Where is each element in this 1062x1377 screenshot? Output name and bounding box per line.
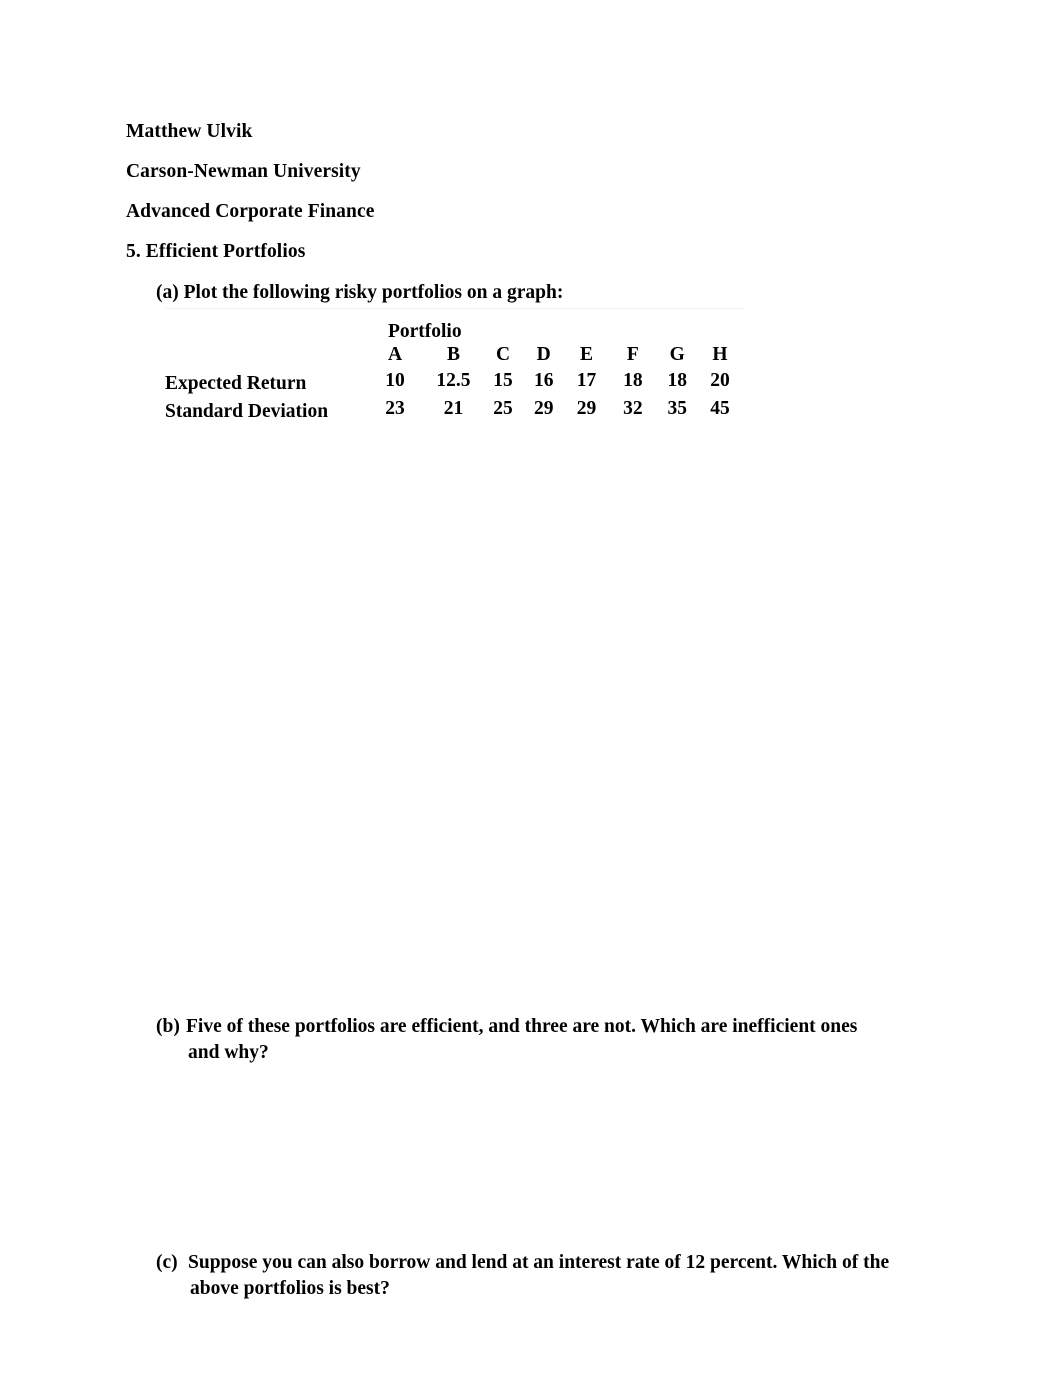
spanner-spacer-right: [483, 309, 743, 345]
item-c-line2: above portfolios is best?: [190, 1277, 390, 1299]
cell-expected-return-g: 18: [667, 370, 687, 391]
column-header-g: G: [669, 343, 685, 365]
cell-expected-return-d: 16: [533, 370, 554, 391]
column-header-b: B: [446, 343, 460, 365]
item-b-block: (b) Five of these portfolios are efficien…: [156, 1014, 946, 1066]
column-header-e: E: [579, 343, 593, 365]
cell-standard-deviation-f: 32: [623, 397, 643, 419]
column-header-h: H: [712, 343, 728, 365]
table-row: Expected Return 10 12.5 15 16 17 18 18 2…: [165, 367, 743, 395]
cell-standard-deviation-b: 21: [443, 397, 464, 419]
cell-expected-return-c: 15: [493, 370, 513, 391]
cell-expected-return-b: 12.5: [436, 370, 471, 391]
row-label-standard-deviation: Standard Deviation: [165, 400, 329, 422]
course-line: Advanced Corporate Finance: [126, 201, 375, 222]
item-b-first-line: (b) Five of these portfolios are efficien…: [156, 1014, 946, 1040]
item-b-line1: Five of these portfolios are efficient, …: [186, 1016, 858, 1037]
table-header-row: A B C D E F G H: [165, 343, 743, 368]
school-line: Carson-Newman University: [126, 161, 361, 182]
portfolio-table-container: Portfolio A B C D E F G H Expected Retur…: [165, 308, 743, 422]
table-row: Standard Deviation 23 21 25 29 29 32 35 …: [165, 395, 743, 423]
spanner-label: Portfolio: [387, 321, 462, 342]
cell-standard-deviation-a: 23: [385, 397, 405, 419]
item-c-marker: (c): [156, 1252, 178, 1273]
cell-standard-deviation-d: 29: [533, 397, 554, 419]
cell-expected-return-f: 18: [623, 370, 643, 391]
cell-standard-deviation-c: 25: [493, 397, 513, 419]
item-b-line2: and why?: [188, 1041, 269, 1063]
document-header: Matthew Ulvik Carson-Newman University A…: [126, 122, 946, 282]
document-page: Matthew Ulvik Carson-Newman University A…: [0, 0, 1062, 1377]
spanner-spacer: [165, 309, 366, 345]
row-label-expected-return: Expected Return: [165, 373, 307, 394]
column-header-a: A: [387, 343, 403, 365]
cell-expected-return-a: 10: [385, 370, 405, 391]
author-line: Matthew Ulvik: [126, 121, 253, 142]
cell-expected-return-e: 17: [576, 370, 597, 391]
item-c-block: (c) Suppose you can also borrow and lend …: [156, 1250, 976, 1302]
table-spanner-row: Portfolio: [165, 309, 743, 345]
cell-standard-deviation-e: 29: [576, 397, 597, 419]
cell-standard-deviation-g: 35: [667, 397, 687, 419]
item-a-prompt: (a) Plot the following risky portfolios …: [156, 282, 564, 303]
column-header-f: F: [626, 343, 639, 365]
question-title: 5. Efficient Portfolios: [126, 241, 306, 262]
column-header-c: C: [495, 343, 511, 365]
cell-standard-deviation-h: 45: [710, 397, 730, 419]
header-corner: [165, 345, 366, 368]
item-b-marker: (b): [156, 1016, 180, 1037]
portfolio-table: Portfolio A B C D E F G H Expected Retur…: [165, 308, 743, 422]
item-c-line1: Suppose you can also borrow and lend at …: [188, 1252, 890, 1273]
cell-expected-return-h: 20: [710, 370, 730, 391]
item-c-first-line: (c) Suppose you can also borrow and lend …: [156, 1250, 976, 1276]
column-header-d: D: [536, 343, 551, 365]
